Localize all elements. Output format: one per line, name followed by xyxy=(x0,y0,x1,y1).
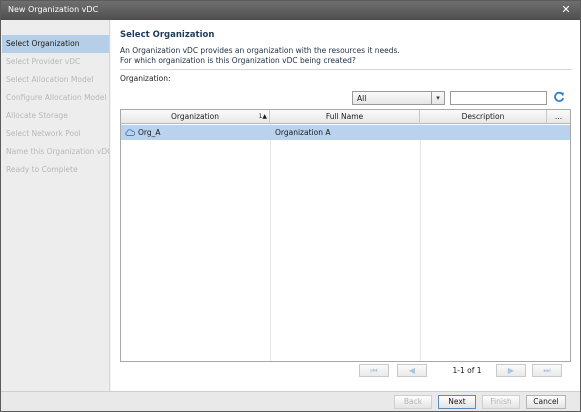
column-header-description[interactable]: Description xyxy=(420,110,547,124)
cell-full-name: Organization A xyxy=(275,128,331,137)
column-header-organization[interactable]: Organization 1▲ xyxy=(121,110,270,124)
step-allocate-storage: Allocate Storage xyxy=(6,111,68,120)
sort-ascending-icon[interactable]: 1▲ xyxy=(259,110,267,124)
back-button[interactable]: Back xyxy=(394,395,432,409)
column-label: Full Name xyxy=(325,112,364,121)
column-header-full-name[interactable]: Full Name xyxy=(270,110,420,124)
cell-description xyxy=(421,125,570,140)
column-divider xyxy=(270,124,271,361)
table-header: Organization 1▲ Full Name Description ..… xyxy=(121,110,570,124)
step-select-organization[interactable]: Select Organization xyxy=(2,35,109,53)
divider xyxy=(120,69,572,70)
page-title: Select Organization xyxy=(120,30,215,40)
step-select-provider-vdc: Select Provider vDC xyxy=(6,57,81,66)
column-chooser-button[interactable]: ... xyxy=(547,110,570,124)
last-page-button[interactable]: ⏭ xyxy=(532,364,562,377)
description: An Organization vDC provides an organiza… xyxy=(120,46,400,66)
column-divider xyxy=(420,124,421,361)
filter-dropdown[interactable]: All ▾ xyxy=(352,91,445,105)
next-page-button[interactable]: ▶ xyxy=(496,364,526,377)
organization-table: Organization 1▲ Full Name Description ..… xyxy=(120,109,571,362)
step-name-org-vdc: Name this Organization vDC xyxy=(6,147,109,156)
new-org-vdc-dialog: New Organization vDC ✕ Select Organizati… xyxy=(0,0,581,412)
table-row[interactable]: Org_A Organization A xyxy=(121,125,570,140)
description-line-1: An Organization vDC provides an organiza… xyxy=(120,46,400,55)
step-configure-allocation-model: Configure Allocation Model xyxy=(6,93,107,102)
filter-selected-value: All xyxy=(357,94,367,103)
cancel-button[interactable]: Cancel xyxy=(526,395,566,409)
close-icon[interactable]: ✕ xyxy=(560,4,572,16)
wizard-steps: Select Organization Select Provider vDC … xyxy=(1,20,110,391)
organization-name: Org_A xyxy=(138,128,161,137)
chevron-down-icon[interactable]: ▾ xyxy=(431,92,444,104)
cloud-icon xyxy=(125,129,136,136)
organization-label: Organization: xyxy=(120,74,171,83)
step-select-network-pool: Select Network Pool xyxy=(6,129,81,138)
search-input[interactable] xyxy=(450,91,547,105)
dialog-footer: Back Next Finish Cancel xyxy=(1,391,580,411)
title-bar[interactable]: New Organization vDC ✕ xyxy=(1,1,580,20)
previous-page-button[interactable]: ◀ xyxy=(397,364,427,377)
description-line-2: For which organization is this Organizat… xyxy=(120,56,356,65)
pagination: ⏮ ◀ 1-1 of 1 ▶ ⏭ xyxy=(359,364,569,378)
cell-organization: Org_A xyxy=(121,125,270,140)
finish-button[interactable]: Finish xyxy=(482,395,520,409)
refresh-icon[interactable] xyxy=(553,91,565,103)
step-ready-to-complete: Ready to Complete xyxy=(6,165,78,174)
main-panel: Select Organization An Organization vDC … xyxy=(111,20,580,391)
column-label: Organization xyxy=(171,112,219,121)
next-button[interactable]: Next xyxy=(438,395,476,409)
step-select-allocation-model: Select Allocation Model xyxy=(6,75,94,84)
column-label: Description xyxy=(461,112,505,121)
page-info: 1-1 of 1 xyxy=(452,366,482,375)
first-page-button[interactable]: ⏮ xyxy=(359,364,389,377)
dialog-title: New Organization vDC xyxy=(8,5,99,14)
